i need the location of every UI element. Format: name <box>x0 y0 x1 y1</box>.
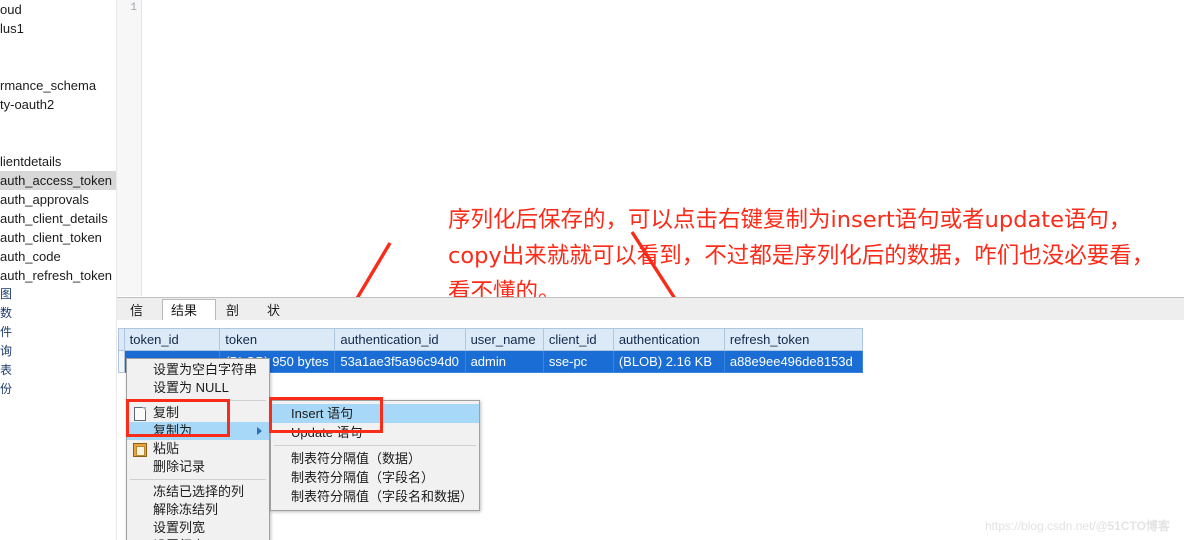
context-menu-item-6[interactable]: 冻结已选择的列 <box>127 483 269 501</box>
context-menu-item-label: 设置为空白字符串 <box>153 362 258 377</box>
tree-item-1[interactable]: lus1 <box>0 19 116 38</box>
result-tab-bar[interactable]: 信息结果 1剖析状态 <box>117 298 1184 340</box>
tree-item-4[interactable]: rmance_schema <box>0 76 116 95</box>
tree-item-8[interactable]: lientdetails <box>0 152 116 171</box>
highlight-box-insert-statement <box>269 397 383 433</box>
tree-item-12[interactable]: auth_client_token <box>0 228 116 247</box>
tree-item-0[interactable]: oud <box>0 0 116 19</box>
table-cell[interactable]: (BLOB) 2.16 KB <box>612 350 725 373</box>
result-tab-0[interactable]: 信息 <box>121 299 161 339</box>
column-header-authentication_id[interactable]: authentication_id <box>334 328 466 351</box>
tree-item-17[interactable]: 件 <box>0 323 116 342</box>
context-menu-item-8[interactable]: 设置列宽 <box>127 519 269 537</box>
context-menu-item-label: 冻结已选择的列 <box>153 484 245 499</box>
watermark: https://blog.csdn.net/@51CTO博客 <box>985 517 1170 534</box>
app-window: oud lus1 rmance_schema ty-oauth2 lientdeta… <box>0 0 1184 540</box>
context-menu-item-label: 粘贴 <box>153 441 180 456</box>
tree-item-9[interactable]: auth_access_token <box>0 171 116 190</box>
tree-item-14[interactable]: auth_refresh_token <box>0 266 116 285</box>
tree-item-18[interactable]: 询 <box>0 342 116 361</box>
table-cell[interactable]: a88e9ee496de8153d <box>723 350 864 373</box>
column-header-token_id[interactable]: token_id <box>123 328 221 351</box>
submenu-item-4[interactable]: 制表符分隔值（字段名和数据） <box>271 487 479 506</box>
tree-item-13[interactable]: auth_code <box>0 247 116 266</box>
context-menu-item-label: 设置为 NULL <box>153 380 229 395</box>
tree-item-16[interactable]: 数 <box>0 304 116 323</box>
result-tab-2[interactable]: 剖析 <box>217 299 257 339</box>
highlight-box-copy-as <box>126 399 230 437</box>
tree-item-20[interactable]: 份 <box>0 380 116 399</box>
context-menu-item-4[interactable]: 粘贴 <box>127 440 269 458</box>
result-tab-3[interactable]: 状态 <box>258 299 298 339</box>
context-menu-item-5[interactable]: 删除记录 <box>127 458 269 476</box>
watermark-handle: @51CTO博客 <box>1095 519 1170 533</box>
menu-separator <box>130 479 266 480</box>
tree-item-5[interactable]: ty-oauth2 <box>0 95 116 114</box>
database-tree-sidebar[interactable]: oud lus1 rmance_schema ty-oauth2 lientdeta… <box>0 0 117 540</box>
grid-context-menu[interactable]: 设置为空白字符串 设置为 NULL 复制 复制为 粘贴 删除记录 冻结已选择的列 解除冻结列设… <box>126 358 270 540</box>
table-cell[interactable]: admin <box>464 350 544 373</box>
database-tree-list[interactable]: oud lus1 rmance_schema ty-oauth2 lientdeta… <box>0 0 116 399</box>
column-header-authentication[interactable]: authentication <box>612 328 725 351</box>
column-header-refresh_token[interactable]: refresh_token <box>723 328 864 351</box>
tree-item-19[interactable]: 表 <box>0 361 116 380</box>
column-header-token[interactable]: token <box>219 328 336 351</box>
submenu-item-3[interactable]: 制表符分隔值（字段名） <box>271 468 479 487</box>
submenu-item-2[interactable]: 制表符分隔值（数据） <box>271 449 479 468</box>
column-header-client_id[interactable]: client_id <box>542 328 614 351</box>
result-tab-1[interactable]: 结果 1 <box>162 299 216 340</box>
context-menu-item-label: 解除冻结列 <box>153 502 219 517</box>
editor-line-number-gutter: 1 <box>117 0 142 296</box>
context-menu-item-1[interactable]: 设置为 NULL <box>127 379 269 397</box>
table-cell[interactable]: sse-pc <box>542 350 614 373</box>
tree-item-15[interactable]: 图 <box>0 285 116 304</box>
table-header-row[interactable]: token_id token authentication_id user_name c… <box>118 328 864 351</box>
table-cell[interactable]: 53a1ae3f5a96c94d0 <box>334 350 466 373</box>
submenu-separator <box>274 445 476 446</box>
column-header-user_name[interactable]: user_name <box>464 328 544 351</box>
tree-item-10[interactable]: auth_approvals <box>0 190 116 209</box>
line-number: 1 <box>130 2 137 14</box>
context-menu-item-0[interactable]: 设置为空白字符串 <box>127 361 269 379</box>
tree-item-11[interactable]: auth_client_details <box>0 209 116 228</box>
clipboard-icon <box>132 442 147 457</box>
result-tab-label: 结果 <box>171 303 198 318</box>
context-menu-item-label: 设置列宽 <box>153 520 206 535</box>
chevron-right-icon <box>257 427 262 435</box>
context-menu-item-label: 删除记录 <box>153 459 206 474</box>
context-menu-item-7[interactable]: 解除冻结列 <box>127 501 269 519</box>
watermark-url: https://blog.csdn.net/ <box>985 519 1096 533</box>
annotation-text: 序列化后保存的，可以点击右键复制为insert语句或者update语句，copy… <box>448 207 1155 305</box>
